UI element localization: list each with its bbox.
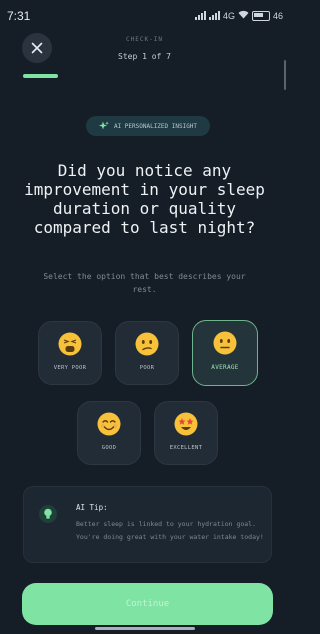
badge-label: AI PERSONALIZED INSIGHT: [113, 122, 198, 130]
confused-face-icon: [135, 332, 159, 356]
scrollbar[interactable]: [284, 60, 286, 90]
neutral-face-icon: [213, 331, 237, 355]
option-excellent[interactable]: EXCELLENT: [154, 401, 218, 465]
tired-face-icon: [58, 332, 82, 356]
option-average[interactable]: AVERAGE: [192, 320, 258, 386]
option-label: VERY POOR: [53, 365, 87, 371]
network-type: 4G: [222, 10, 235, 21]
status-time: 7:31: [7, 9, 31, 23]
wifi-icon: [238, 10, 249, 21]
ai-insight-badge: AI PERSONALIZED INSIGHT: [86, 116, 210, 136]
option-label: POOR: [139, 365, 155, 371]
option-poor[interactable]: POOR: [115, 321, 179, 385]
step-indicator: Step 1 of 7: [118, 52, 171, 61]
status-icons: 4G 46: [194, 10, 283, 21]
continue-label: Continue: [125, 599, 170, 609]
sparkle-icon: [98, 121, 109, 130]
question-title: Did you notice any improvement in your s…: [24, 161, 265, 237]
star-struck-icon: [174, 412, 198, 436]
ai-tip-card: AI Tip: Better sleep is linked to your h…: [23, 486, 272, 563]
cellular-signal-2-icon: [208, 11, 220, 20]
option-good[interactable]: GOOD: [77, 401, 141, 465]
tip-title: AI Tip:: [76, 503, 108, 512]
option-label: EXCELLENT: [169, 445, 203, 451]
smiling-face-icon: [97, 412, 121, 436]
question-hint: Select the option that best describes yo…: [43, 272, 246, 294]
home-indicator[interactable]: [95, 627, 195, 630]
option-label: GOOD: [101, 445, 117, 451]
cellular-signal-icon: [194, 11, 206, 20]
progress-bar: [23, 74, 58, 78]
battery-icon: [251, 10, 270, 21]
checkin-eyebrow: CHECK-IN: [126, 36, 163, 43]
continue-button[interactable]: Continue: [22, 583, 273, 625]
lightbulb-icon: [39, 505, 57, 523]
option-very-poor[interactable]: VERY POOR: [38, 321, 102, 385]
tip-body: Better sleep is linked to your hydration…: [76, 520, 264, 541]
option-label: AVERAGE: [211, 364, 239, 371]
battery-level: 46: [272, 10, 283, 21]
